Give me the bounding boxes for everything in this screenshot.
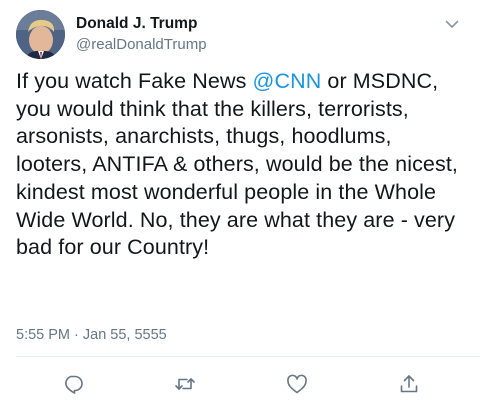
chevron-down-icon[interactable] [442, 14, 462, 34]
tweet-text-after: or MSDNC, you would think that the kille… [16, 69, 458, 260]
avatar[interactable] [16, 10, 65, 59]
tweet-card: Donald J. Trump @realDonaldTrump If you … [0, 0, 480, 410]
tweet-text: If you watch Fake News @CNN or MSDNC, yo… [16, 68, 468, 262]
avatar-portrait-icon [16, 10, 65, 59]
author-info: Donald J. Trump @realDonaldTrump [76, 14, 207, 54]
user-handle[interactable]: @realDonaldTrump [76, 35, 207, 54]
share-icon[interactable] [397, 372, 421, 396]
like-icon[interactable] [285, 372, 309, 396]
mention-link[interactable]: @CNN [253, 69, 322, 93]
divider [16, 356, 480, 357]
tweet-header: Donald J. Trump @realDonaldTrump [16, 10, 464, 64]
tweet-text-before: If you watch Fake News [16, 69, 253, 93]
retweet-icon[interactable] [173, 372, 197, 396]
reply-icon[interactable] [61, 372, 85, 396]
tweet-timestamp[interactable]: 5:55 PM · Jan 55, 5555 [16, 326, 167, 344]
display-name[interactable]: Donald J. Trump [76, 14, 207, 33]
action-bar [0, 370, 480, 400]
